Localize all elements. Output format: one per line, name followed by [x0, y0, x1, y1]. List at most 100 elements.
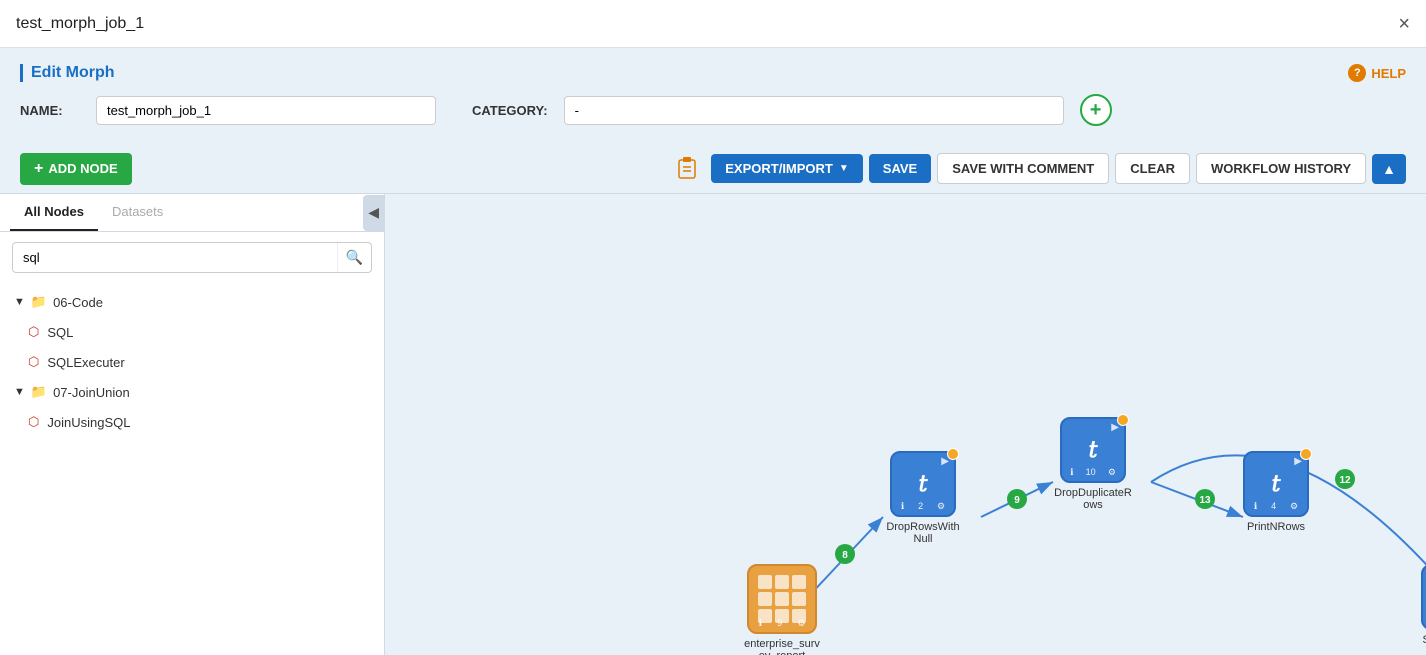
node-letter-dropdupes: 𝑡 — [1089, 437, 1098, 463]
node-box-enterprise: ℹ 9 ⚙ — [747, 564, 817, 634]
help-link[interactable]: ? HELP — [1348, 64, 1406, 82]
num-droprows: 2 — [918, 501, 923, 512]
tabs: All Nodes Datasets — [0, 194, 363, 231]
chevron-icon-07: ▼ — [14, 386, 25, 398]
add-category-button[interactable]: + — [1080, 94, 1112, 126]
node-box-droprows: ▶ 𝑡 ℹ 2 ⚙ — [890, 451, 956, 517]
search-input[interactable] — [13, 244, 337, 271]
orange-dot-dropdupes — [1117, 414, 1129, 426]
tab-datasets[interactable]: Datasets — [98, 194, 177, 231]
add-node-button[interactable]: + ADD NODE — [20, 153, 132, 185]
node-enterprise-survey[interactable]: ℹ 9 ⚙ enterprise_survey_report — [742, 564, 822, 655]
orange-dot-printnrows — [1300, 448, 1312, 460]
collapse-panel-button[interactable]: ◀ — [363, 195, 384, 231]
svg-text:8: 8 — [842, 550, 848, 561]
node-bottom-printnrows: ℹ 4 ⚙ — [1247, 501, 1305, 512]
export-import-arrow: ▼ — [839, 163, 849, 174]
node-list: ▼ 📁 06-Code ⬡ SQL ⬡ SQLExecuter ▼ — [0, 283, 384, 655]
search-button[interactable]: 🔍 — [337, 243, 371, 272]
clipboard-icon — [675, 154, 701, 180]
node-box-dropdupes: ▶ 𝑡 ℹ 10 ⚙ — [1060, 417, 1126, 483]
node-label-sql: SQL — [47, 325, 73, 340]
content-area: All Nodes Datasets ◀ 🔍 ▼ 📁 — [0, 194, 1426, 655]
node-bottom-badges: ℹ 9 ⚙ — [751, 618, 813, 629]
node-icon-sqlexecuter: ⬡ — [28, 354, 39, 370]
set-droprows: ⚙ — [937, 501, 945, 512]
clear-button[interactable]: CLEAR — [1115, 153, 1190, 184]
save-button[interactable]: SAVE — [869, 154, 931, 183]
node-print-nrows[interactable]: ▶ 𝑡 ℹ 4 ⚙ PrintNRows — [1243, 451, 1309, 533]
name-label: NAME: — [20, 103, 80, 118]
node-icon-sql: ⬡ — [28, 324, 39, 340]
node-label-enterprise: enterprise_survey_report — [742, 638, 822, 655]
left-panel: All Nodes Datasets ◀ 🔍 ▼ 📁 — [0, 194, 385, 655]
set-dropdupes: ⚙ — [1108, 467, 1116, 478]
list-item-joinusingsql[interactable]: ⬡ JoinUsingSQL — [0, 407, 384, 437]
chevron-icon: ▼ — [14, 296, 25, 308]
upload-button[interactable]: ▲ — [1372, 154, 1406, 184]
folder-07-joinunion[interactable]: ▼ 📁 07-JoinUnion — [0, 377, 384, 407]
search-box: 🔍 — [12, 242, 372, 273]
node-save-dataset[interactable]: ▶ 𝑡 ℹ 12 ⚙ SaveDataset — [1421, 564, 1426, 646]
category-label: CATEGORY: — [472, 103, 548, 118]
orange-dot-droprows — [947, 448, 959, 460]
main-window: test_morph_job_1 × Edit Morph ? HELP NAM… — [0, 0, 1426, 655]
node-label-joinusingsql: JoinUsingSQL — [47, 415, 130, 430]
node-label-printnrows: PrintNRows — [1247, 521, 1305, 533]
window-title: test_morph_job_1 — [16, 15, 144, 33]
canvas-area[interactable]: 9 13 12 8 — [385, 194, 1426, 655]
save-label: SAVE — [883, 161, 917, 176]
toolbar-left: + ADD NODE — [20, 153, 132, 185]
node-label-droprows: DropRowsWithNull — [883, 521, 963, 545]
node-icon-joinusingsql: ⬡ — [28, 414, 39, 430]
workflow-history-label: WORKFLOW HISTORY — [1211, 161, 1351, 176]
list-item-sqlexecuter[interactable]: ⬡ SQLExecuter — [0, 347, 384, 377]
toolbar: + ADD NODE EXPORT/IMPORT ▼ — [0, 144, 1426, 194]
set-printnrows: ⚙ — [1290, 501, 1298, 512]
name-input[interactable] — [96, 96, 436, 125]
category-input[interactable] — [564, 96, 1064, 125]
settings-icon: ⚙ — [797, 618, 805, 629]
num-printnrows: 4 — [1271, 501, 1276, 512]
node-label-savedataset: SaveDataset — [1423, 634, 1426, 646]
info-droprows: ℹ — [901, 501, 904, 512]
folder-icon-06: 📁 — [31, 294, 47, 310]
node-box-printnrows: ▶ 𝑡 ℹ 4 ⚙ — [1243, 451, 1309, 517]
add-node-plus-icon: + — [34, 160, 43, 178]
info-dropdupes: ℹ — [1070, 467, 1073, 478]
node-letter-printnrows: 𝑡 — [1272, 471, 1281, 497]
search-area: 🔍 — [0, 232, 384, 283]
flow-canvas: 9 13 12 8 — [385, 194, 1426, 655]
node-label-sqlexecuter: SQLExecuter — [47, 355, 124, 370]
export-import-label: EXPORT/IMPORT — [725, 161, 833, 176]
svg-text:13: 13 — [1199, 495, 1211, 506]
list-item-sql[interactable]: ⬡ SQL — [0, 317, 384, 347]
node-bottom-dropdupes: ℹ 10 ⚙ — [1064, 467, 1122, 478]
clear-label: CLEAR — [1130, 161, 1175, 176]
folder-label-06: 06-Code — [53, 295, 103, 310]
close-button[interactable]: × — [1398, 14, 1410, 34]
title-bar: test_morph_job_1 × — [0, 0, 1426, 48]
add-node-label: ADD NODE — [48, 161, 117, 176]
save-with-comment-button[interactable]: SAVE WITH COMMENT — [937, 153, 1109, 184]
help-label: HELP — [1371, 66, 1406, 81]
folder-06-code[interactable]: ▼ 📁 06-Code — [0, 287, 384, 317]
flow-svg: 9 13 12 8 — [385, 194, 1426, 655]
tab-all-nodes[interactable]: All Nodes — [10, 194, 98, 231]
folder-label-07: 07-JoinUnion — [53, 385, 130, 400]
node-drop-rows[interactable]: ▶ 𝑡 ℹ 2 ⚙ DropRowsWithNull — [883, 451, 963, 545]
clipboard-button[interactable] — [671, 150, 705, 187]
node-box-savedataset: ▶ 𝑡 ℹ 12 ⚙ — [1421, 564, 1426, 630]
info-icon-1: ℹ — [759, 618, 762, 629]
node-drop-dupes[interactable]: ▶ 𝑡 ℹ 10 ⚙ DropDuplicateRows — [1053, 417, 1133, 511]
node-label-dropdupes: DropDuplicateRows — [1053, 487, 1133, 511]
edit-morph-title: Edit Morph — [20, 64, 115, 82]
main-area: Edit Morph ? HELP NAME: CATEGORY: + + AD… — [0, 48, 1426, 655]
tabs-row: All Nodes Datasets ◀ — [0, 194, 384, 232]
info-printnrows: ℹ — [1254, 501, 1257, 512]
num-badge-9: 9 — [777, 618, 782, 629]
toolbar-right: EXPORT/IMPORT ▼ SAVE SAVE WITH COMMENT C… — [671, 150, 1406, 187]
workflow-history-button[interactable]: WORKFLOW HISTORY — [1196, 153, 1366, 184]
export-import-button[interactable]: EXPORT/IMPORT ▼ — [711, 154, 863, 183]
svg-text:9: 9 — [1014, 495, 1020, 506]
